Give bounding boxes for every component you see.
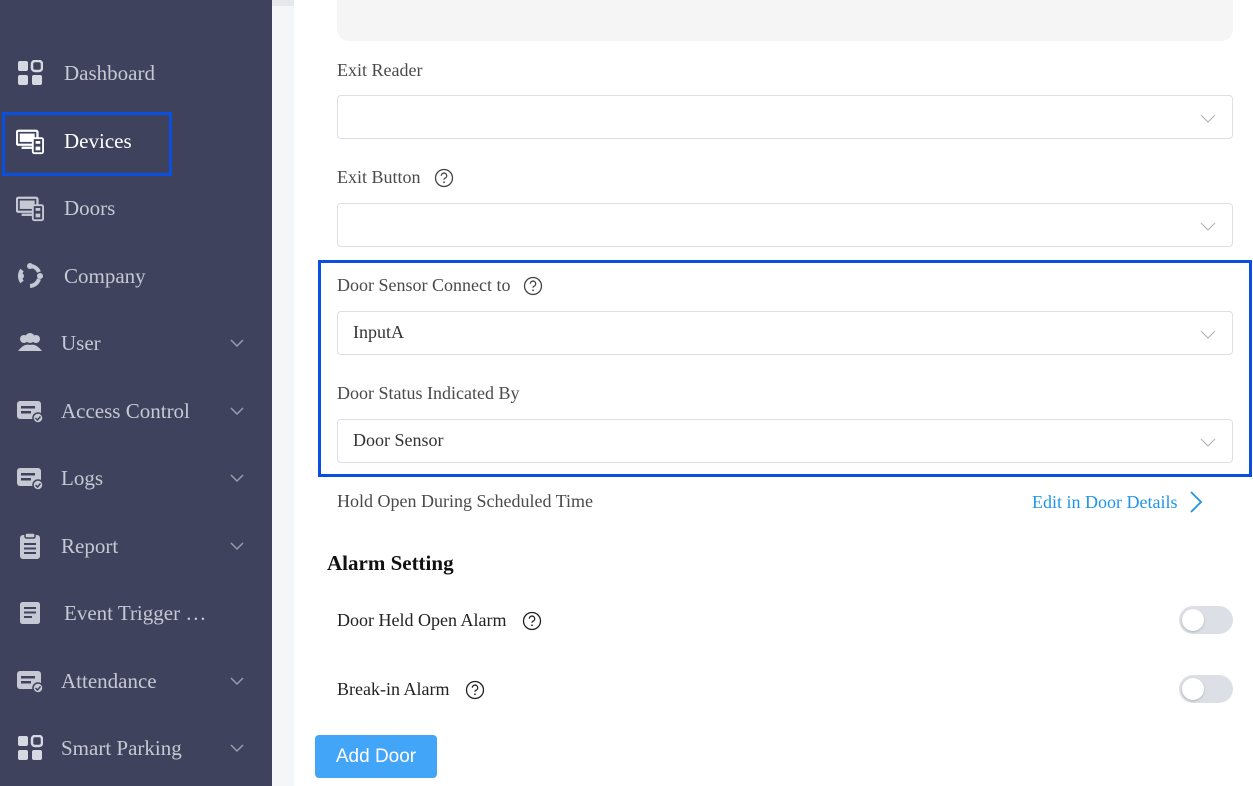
hold-open-label: Hold Open During Scheduled Time <box>337 491 593 511</box>
sidebar-item-label: Event Trigger … <box>64 600 207 625</box>
exit-reader-label: Exit Reader <box>337 60 422 81</box>
chevron-down-icon <box>230 474 244 483</box>
exit-button-label: Exit Button <box>337 167 454 188</box>
door-held-open-alarm-toggle[interactable] <box>1179 606 1233 634</box>
door-held-open-alarm-text: Door Held Open Alarm <box>337 610 507 630</box>
sidebar-item-label: Logs <box>61 465 103 490</box>
active-item-highlight <box>2 112 172 176</box>
sidebar-item-user[interactable]: User <box>0 315 272 371</box>
sidebar-item-label: Dashboard <box>64 60 155 85</box>
sidebar-item-event-trigger[interactable]: Event Trigger … <box>0 585 272 641</box>
doors-icon <box>16 194 44 222</box>
sidebar-item-label: User <box>61 330 101 355</box>
chevron-down-icon <box>1200 114 1216 123</box>
sidebar-item-label: Doors <box>64 195 116 220</box>
exit-button-label-text: Exit Button <box>337 167 421 187</box>
sidebar-item-dashboard[interactable]: Dashboard <box>0 45 272 101</box>
chevron-down-icon <box>230 677 244 686</box>
event-trigger-icon <box>16 599 44 627</box>
chevron-down-icon <box>230 744 244 753</box>
sidebar-item-attendance[interactable]: Attendance <box>0 653 272 709</box>
content-gutter <box>272 0 294 786</box>
user-group-icon <box>16 329 44 357</box>
sidebar-item-label: Report <box>61 533 119 558</box>
sidebar: Dashboard Devices Doors Company User Acc… <box>0 0 272 786</box>
edit-door-details-text: Edit in Door Details <box>1032 491 1178 512</box>
sidebar-item-access-control[interactable]: Access Control <box>0 383 272 439</box>
chevron-down-icon <box>1200 222 1216 231</box>
smart-parking-icon <box>16 734 44 762</box>
toggle-knob <box>1182 609 1204 631</box>
sidebar-item-label: Attendance <box>61 668 157 693</box>
sidebar-item-label: Company <box>64 263 146 288</box>
break-in-alarm-text: Break-in Alarm <box>337 679 450 699</box>
sidebar-item-smart-parking[interactable]: Smart Parking <box>0 720 272 776</box>
sidebar-item-label: Access Control <box>61 398 190 423</box>
edit-door-details-link[interactable]: Edit in Door Details <box>1032 491 1203 513</box>
door-sensor-highlight <box>318 260 1252 477</box>
add-door-button[interactable]: Add Door <box>315 735 437 778</box>
break-in-alarm-label: Break-in Alarm <box>337 679 485 700</box>
access-control-icon <box>16 397 44 425</box>
exit-reader-select[interactable] <box>337 95 1233 139</box>
chevron-down-icon <box>230 407 244 416</box>
exit-button-select[interactable] <box>337 203 1233 247</box>
sidebar-item-doors[interactable]: Doors <box>0 180 272 236</box>
dashboard-grid-icon <box>16 59 44 87</box>
sidebar-item-logs[interactable]: Logs <box>0 450 272 506</box>
report-icon <box>16 532 44 560</box>
chevron-down-icon <box>230 339 244 348</box>
gutter-shadow <box>272 0 294 6</box>
exit-reader-label-text: Exit Reader <box>337 60 423 80</box>
company-icon <box>16 262 44 290</box>
help-icon[interactable] <box>465 680 485 700</box>
chevron-down-icon <box>230 542 244 551</box>
sidebar-item-report[interactable]: Report <box>0 518 272 574</box>
previous-field <box>337 0 1233 41</box>
sidebar-item-company[interactable]: Company <box>0 248 272 304</box>
break-in-alarm-toggle[interactable] <box>1179 675 1233 703</box>
toggle-knob <box>1182 678 1204 700</box>
sidebar-item-label: Smart Parking <box>61 735 182 760</box>
help-icon[interactable] <box>522 611 542 631</box>
door-held-open-alarm-label: Door Held Open Alarm <box>337 610 542 631</box>
help-icon[interactable] <box>434 168 454 188</box>
alarm-setting-title: Alarm Setting <box>327 551 454 575</box>
logs-icon <box>16 464 44 492</box>
chevron-right-icon <box>1190 491 1203 513</box>
attendance-icon <box>16 667 44 695</box>
